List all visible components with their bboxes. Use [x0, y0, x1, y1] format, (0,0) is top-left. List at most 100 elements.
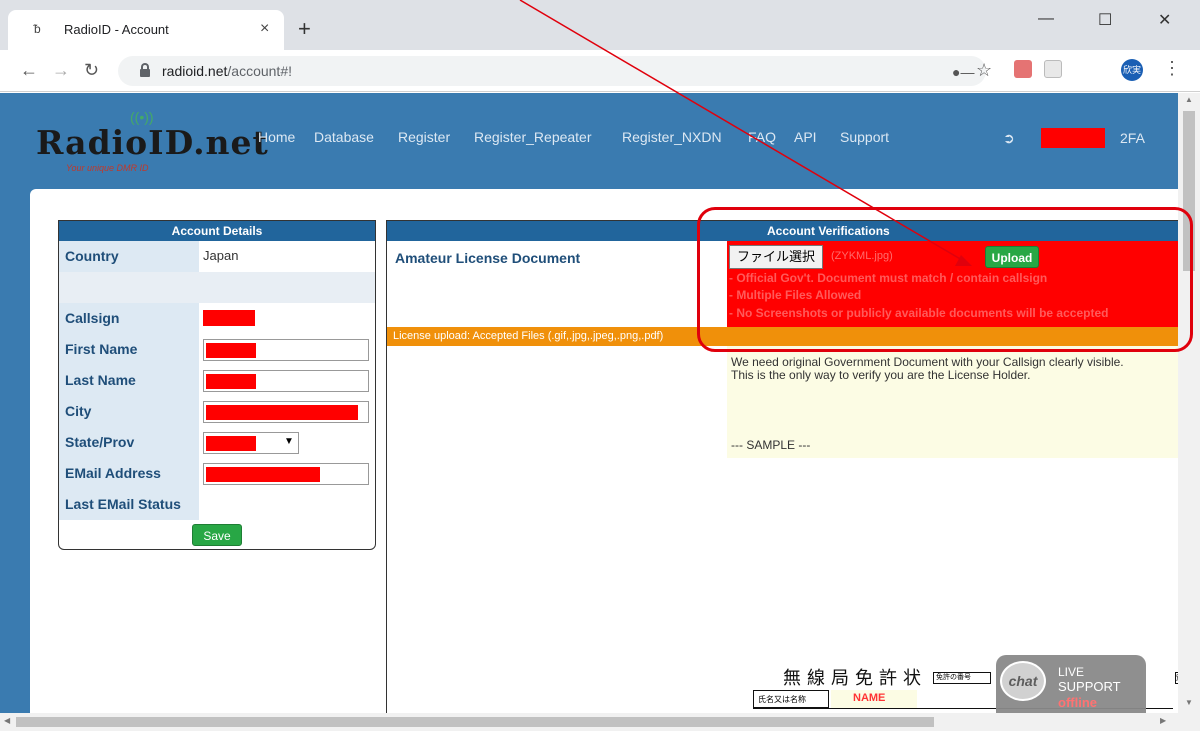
sample-name-value: NAME — [831, 690, 917, 708]
last-name-label: Last Name — [59, 365, 199, 396]
address-bar[interactable]: radioid.net/account#! — [118, 56, 986, 86]
first-name-field[interactable] — [203, 339, 369, 361]
sign-out-icon[interactable]: ➲ — [1003, 130, 1015, 147]
chat-support-text: SUPPORT — [1058, 679, 1121, 694]
first-name-label: First Name — [59, 334, 199, 365]
amateur-license-label: Amateur License Document — [395, 250, 581, 266]
city-label: City — [59, 396, 199, 427]
lock-icon — [140, 63, 150, 77]
redacted-email — [206, 467, 320, 482]
city-field[interactable] — [203, 401, 369, 423]
chat-bubble-icon: chat — [1000, 661, 1046, 701]
horizontal-scrollbar[interactable]: ◀ ▶ — [0, 713, 1200, 731]
nav-register[interactable]: Register — [398, 129, 450, 145]
tab-title: RadioID - Account — [64, 22, 169, 37]
row-state-prov: State/Prov ▼ — [59, 427, 375, 458]
city-cell — [199, 396, 375, 427]
info-line-1: We need original Government Document wit… — [731, 355, 1124, 369]
chat-status-text: offline — [1058, 695, 1097, 710]
tab-close-icon[interactable]: × — [260, 20, 269, 38]
extension-icon[interactable] — [1044, 60, 1062, 78]
redacted-callsign — [203, 310, 255, 326]
row-blank — [59, 272, 375, 303]
scroll-right-icon[interactable]: ▶ — [1160, 716, 1166, 725]
save-button[interactable]: Save — [192, 524, 242, 546]
sample-doc-number-box: 免許の番号 — [933, 672, 991, 684]
reload-icon[interactable]: ↻ — [84, 60, 99, 80]
site-logo[interactable]: ((•)) RadioID.net Your unique DMR ID — [36, 109, 268, 183]
nav-faq[interactable]: FAQ — [748, 129, 776, 145]
page-viewport: ((•)) RadioID.net Your unique DMR ID Hom… — [0, 93, 1178, 713]
url-text: radioid.net/account#! — [162, 63, 292, 79]
scroll-down-icon[interactable]: ▼ — [1185, 698, 1193, 707]
email-label: EMail Address — [59, 458, 199, 489]
tab-strip: ᵬ RadioID - Account × + — ☐ ✕ — [0, 0, 1200, 50]
maximize-icon[interactable]: ☐ — [1098, 10, 1112, 30]
logo-text: RadioID.net — [36, 123, 269, 162]
scroll-left-icon[interactable]: ◀ — [4, 716, 10, 725]
forward-arrow-icon[interactable]: → — [52, 60, 70, 80]
info-line-2: This is the only way to verify you are t… — [731, 368, 1031, 382]
nav-home[interactable]: Home — [258, 129, 295, 145]
live-support-widget[interactable]: chat LIVE SUPPORT offline — [996, 655, 1146, 713]
redacted-state — [206, 436, 256, 451]
nav-2fa[interactable]: 2FA — [1120, 130, 1145, 146]
redacted-last-name — [206, 374, 256, 389]
last-email-status-value — [199, 489, 375, 520]
nav-api[interactable]: API — [794, 129, 817, 145]
callsign-label: Callsign — [59, 303, 199, 334]
row-city: City — [59, 396, 375, 427]
redacted-username — [1041, 128, 1105, 148]
minimize-icon[interactable]: — — [1038, 10, 1054, 28]
back-arrow-icon[interactable]: ← — [20, 60, 38, 80]
state-prov-label: State/Prov — [59, 427, 199, 458]
vertical-scrollbar[interactable]: ▲ ▼ — [1178, 93, 1200, 713]
row-email: EMail Address — [59, 458, 375, 489]
last-name-field[interactable] — [203, 370, 369, 392]
nav-database[interactable]: Database — [314, 129, 374, 145]
accepted-files-text: License upload: Accepted Files (.gif,.jp… — [393, 330, 664, 342]
redacted-city — [206, 405, 358, 420]
nav-register-repeater[interactable]: Register_Repeater — [474, 129, 592, 145]
row-last-email-status: Last EMail Status — [59, 489, 375, 520]
account-details-panel: Account Details Country Japan Callsign F… — [58, 220, 376, 550]
blank-label — [59, 272, 199, 303]
menu-dots-icon[interactable]: ⋮ — [1163, 58, 1181, 79]
pdf-extension-icon[interactable] — [1014, 60, 1032, 78]
row-country: Country Japan — [59, 241, 375, 272]
state-prov-cell: ▼ — [199, 427, 375, 458]
scroll-up-icon[interactable]: ▲ — [1185, 95, 1193, 104]
sample-label: --- SAMPLE --- — [731, 438, 811, 452]
nav-support[interactable]: Support — [840, 129, 889, 145]
key-icon[interactable]: ●— — [952, 64, 974, 80]
radio-tower-icon: ᵬ — [34, 22, 41, 36]
redacted-first-name — [206, 343, 256, 358]
tab-radioid-account[interactable]: ᵬ RadioID - Account × — [8, 10, 284, 50]
new-tab-button[interactable]: + — [298, 18, 311, 40]
browser-window: ᵬ RadioID - Account × + — ☐ ✕ ← → ↻ radi… — [0, 0, 1200, 731]
blank-value — [199, 272, 375, 303]
row-last-name: Last Name — [59, 365, 375, 396]
sample-name-label: 氏名又は名称 — [753, 690, 829, 708]
chat-live-text: LIVE — [1058, 665, 1085, 679]
profile-avatar[interactable]: 欣実 — [1121, 59, 1143, 81]
first-name-cell — [199, 334, 375, 365]
sample-doc-title: 無線局免許状 — [783, 668, 927, 689]
nav-register-nxdn[interactable]: Register_NXDN — [622, 129, 722, 145]
logo-tagline: Your unique DMR ID — [66, 163, 149, 173]
last-email-status-label: Last EMail Status — [59, 489, 199, 520]
account-details-title: Account Details — [59, 221, 375, 241]
state-prov-select[interactable]: ▼ — [203, 432, 299, 454]
email-cell — [199, 458, 375, 489]
last-name-cell — [199, 365, 375, 396]
row-first-name: First Name — [59, 334, 375, 365]
annotation-highlight-box — [697, 207, 1193, 352]
row-callsign: Callsign — [59, 303, 375, 334]
horizontal-scroll-thumb[interactable] — [16, 717, 934, 727]
callsign-value — [199, 303, 375, 334]
dropdown-arrow-icon: ▼ — [284, 436, 294, 447]
email-field[interactable] — [203, 463, 369, 485]
close-window-icon[interactable]: ✕ — [1158, 10, 1171, 30]
country-value: Japan — [199, 241, 375, 272]
bookmark-star-icon[interactable]: ☆ — [976, 60, 992, 81]
